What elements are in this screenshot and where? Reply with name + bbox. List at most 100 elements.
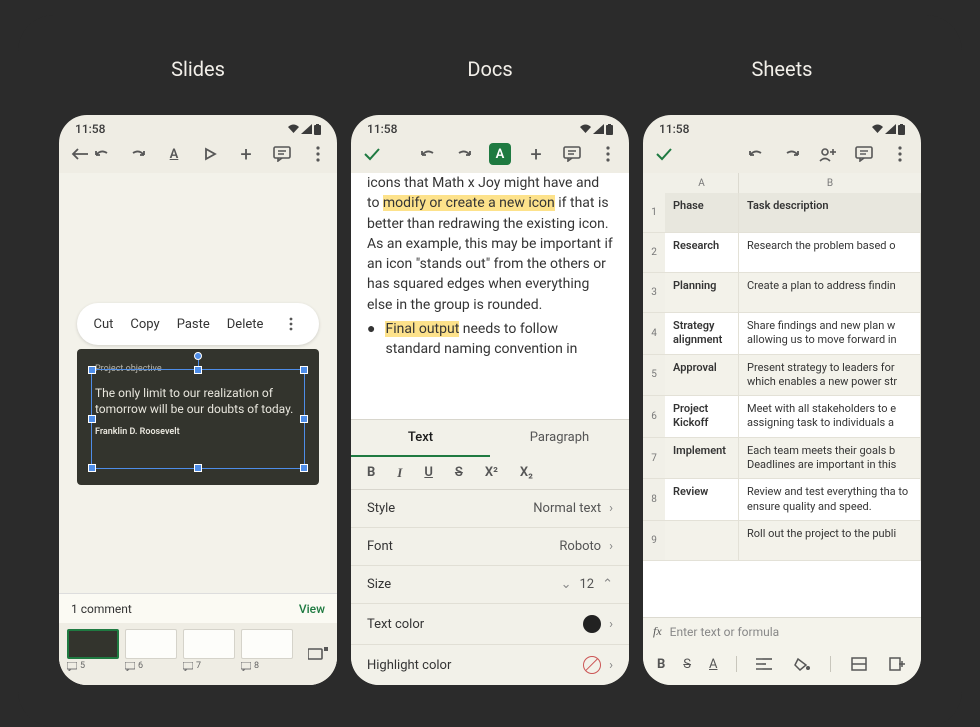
undo-icon[interactable] [417, 143, 439, 165]
cell[interactable]: Planning [665, 273, 739, 312]
superscript-button[interactable]: X² [485, 465, 498, 481]
cut-button[interactable]: Cut [94, 317, 114, 332]
cell[interactable]: Implement [665, 438, 739, 479]
strike-button[interactable]: S [455, 465, 463, 481]
sheet-grid[interactable]: A B 1 Phase Task description 2ResearchRe… [643, 173, 921, 617]
size-decrease-icon[interactable]: ⌄ [561, 577, 572, 592]
context-more-icon[interactable] [280, 313, 302, 335]
delete-button[interactable]: Delete [227, 317, 264, 332]
row-header[interactable]: 9 [643, 521, 665, 560]
row-header[interactable]: 1 [643, 193, 665, 232]
thumb-7[interactable]: 7 [183, 629, 235, 671]
add-icon[interactable]: + [235, 143, 257, 165]
highlightcolor-row[interactable]: Highlight color › [351, 645, 629, 685]
cell[interactable]: Roll out the project to the publi [739, 521, 921, 560]
paste-button[interactable]: Paste [177, 317, 210, 332]
status-time: 11:58 [367, 122, 397, 136]
cell[interactable]: Approval [665, 355, 739, 396]
row-header[interactable]: 8 [643, 479, 665, 520]
toolbar: A + [351, 139, 629, 173]
rotate-handle[interactable] [194, 352, 202, 360]
back-icon[interactable] [69, 143, 91, 165]
comment-icon[interactable] [561, 143, 583, 165]
align-button[interactable] [754, 653, 774, 675]
underline-button[interactable]: U [424, 465, 433, 481]
tab-paragraph[interactable]: Paragraph [490, 420, 629, 457]
col-header-a[interactable]: A [665, 173, 739, 193]
thumb-5[interactable]: 5 [67, 629, 119, 671]
cell-format-button[interactable] [849, 653, 869, 675]
copy-button[interactable]: Copy [130, 317, 159, 332]
size-row[interactable]: Size ⌄ 12 ⌃ [351, 566, 629, 604]
cell[interactable]: Research the problem based o [739, 233, 921, 272]
size-increase-icon[interactable]: ⌃ [602, 577, 613, 592]
tab-text[interactable]: Text [351, 420, 490, 457]
bullet-icon: ● [367, 319, 375, 360]
cell[interactable] [665, 521, 739, 560]
cell[interactable]: Project Kickoff [665, 396, 739, 437]
row-header[interactable]: 7 [643, 438, 665, 479]
undo-icon[interactable] [745, 143, 767, 165]
cell[interactable]: Review and test everything tha to ensure… [739, 479, 921, 520]
row-header[interactable]: 4 [643, 313, 665, 354]
text-color-button[interactable]: A [709, 657, 717, 672]
view-button[interactable]: View [299, 602, 325, 616]
document-body[interactable]: icons that Math x Joy might have and to … [351, 173, 629, 419]
cell[interactable]: Meet with all stakeholders to e assignin… [739, 396, 921, 437]
row-header[interactable]: 3 [643, 273, 665, 312]
more-icon[interactable] [307, 143, 329, 165]
redo-icon[interactable] [453, 143, 475, 165]
insert-button[interactable] [887, 653, 907, 675]
font-row[interactable]: Font Roboto› [351, 528, 629, 566]
doc-text: icons that Math x Joy might have and to … [367, 175, 613, 313]
comment-icon[interactable] [853, 143, 875, 165]
status-time: 11:58 [75, 122, 105, 136]
toolbar: A + [59, 139, 337, 173]
text-format-icon[interactable]: A [163, 143, 185, 165]
italic-button[interactable]: I [397, 465, 402, 481]
cell[interactable]: Phase [665, 193, 739, 232]
cell[interactable]: Share findings and new plan w allowing u… [739, 313, 921, 354]
col-header-b[interactable]: B [739, 173, 921, 193]
text-format-icon[interactable]: A [489, 143, 511, 165]
cell[interactable]: Strategy alignment [665, 313, 739, 354]
done-icon[interactable] [361, 143, 383, 165]
cell[interactable]: Present strategy to leaders for which en… [739, 355, 921, 396]
undo-icon[interactable] [91, 143, 113, 165]
cell[interactable]: Each team meets their goals b Deadlines … [739, 438, 921, 479]
cell[interactable]: Task description [739, 193, 921, 232]
row-header[interactable]: 5 [643, 355, 665, 396]
comment-icon[interactable] [271, 143, 293, 165]
bold-button[interactable]: B [367, 465, 375, 481]
status-icons [288, 124, 321, 135]
row-header[interactable]: 2 [643, 233, 665, 272]
thumb-8[interactable]: 8 [241, 629, 293, 671]
cell[interactable]: Review [665, 479, 739, 520]
more-icon[interactable] [597, 143, 619, 165]
thumb-6[interactable]: 6 [125, 629, 177, 671]
add-icon[interactable]: + [525, 143, 547, 165]
fill-color-button[interactable] [792, 653, 812, 675]
row-header[interactable]: 6 [643, 396, 665, 437]
redo-icon[interactable] [127, 143, 149, 165]
cell[interactable]: Create a plan to address findin [739, 273, 921, 312]
formula-bar[interactable]: fx Enter text or formula [643, 617, 921, 645]
share-icon[interactable] [817, 143, 839, 165]
redo-icon[interactable] [781, 143, 803, 165]
cell[interactable]: Research [665, 233, 739, 272]
play-icon[interactable] [199, 143, 221, 165]
style-row[interactable]: Style Normal text› [351, 490, 629, 528]
status-bar: 11:58 [643, 115, 921, 139]
more-icon[interactable] [889, 143, 911, 165]
slide-canvas[interactable]: Project objective The only limit to our … [77, 349, 319, 485]
subscript-button[interactable]: X₂ [520, 465, 533, 481]
textcolor-row[interactable]: Text color › [351, 604, 629, 645]
signal-icon [301, 124, 312, 134]
done-icon[interactable] [653, 143, 675, 165]
bold-button[interactable]: B [657, 657, 665, 672]
wifi-icon [288, 124, 299, 134]
strike-button[interactable]: S [683, 657, 691, 672]
selection-box[interactable] [91, 369, 305, 469]
layout-icon[interactable] [307, 643, 329, 665]
formula-input[interactable]: Enter text or formula [670, 625, 779, 639]
